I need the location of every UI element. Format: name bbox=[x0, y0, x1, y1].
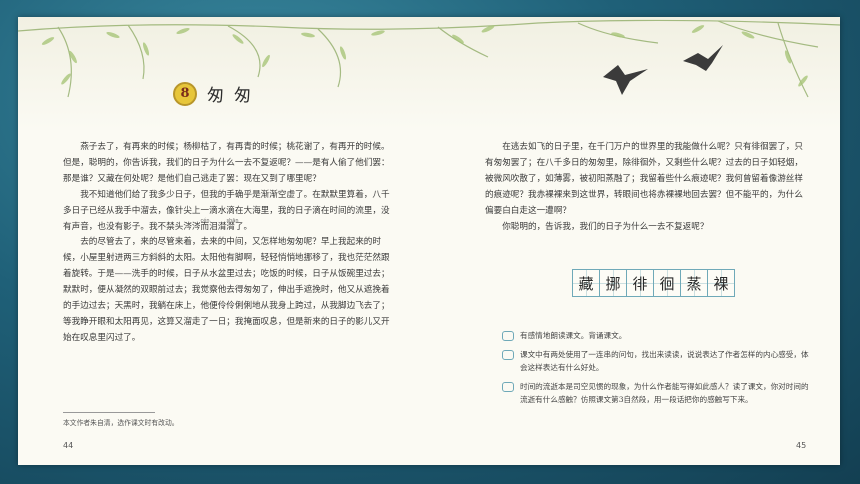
paragraph-5: 你聪明的，告诉我，我们的日子为什么一去不复返呢？ bbox=[502, 221, 709, 232]
vocab-char-text: 藏 bbox=[578, 274, 594, 293]
footnote: 本文作者朱自清，选作课文时有改动。 bbox=[63, 419, 179, 427]
paragraph-4: 在逃去如飞的日子里，在千门万户的世界里的我能做什么呢？只有徘徊罢了，只有匆匆罢了… bbox=[485, 142, 803, 216]
lesson-title: 匆匆 bbox=[207, 86, 261, 106]
vocab-char: 藏 bbox=[572, 269, 600, 297]
footnote-divider bbox=[63, 412, 155, 413]
vocab-char-text: 挪 bbox=[605, 274, 621, 293]
vocab-char: 徊 bbox=[653, 269, 681, 297]
page-number-left: 44 bbox=[63, 441, 74, 450]
exercise-item: 课文中有两处使用了一连串的问句，找出来读读，说说表达了作者怎样的内心感受，体会这… bbox=[502, 348, 812, 375]
left-page-text: 燕子去了，有再来的时候；杨柳枯了，有再青的时候；桃花谢了，有再开的时候。但是，聪… bbox=[63, 140, 393, 347]
right-page-text: 在逃去如飞的日子里，在千门万户的世界里的我能做什么呢？只有徘徊罢了，只有匆匆罢了… bbox=[485, 140, 805, 235]
exercise-text: 时间的流逝本是司空见惯的现象，为什么作者能写得如此感人？读了课文，你对时间的流逝… bbox=[520, 381, 809, 405]
vocab-char-text: 蒸 bbox=[686, 274, 702, 293]
pinyin-shan: shān bbox=[226, 217, 239, 224]
exercise-list: 有感情地朗读课文。背诵课文。 课文中有两处使用了一连串的问句，找出来读读，说说表… bbox=[502, 329, 812, 412]
lesson-header: 8 匆匆 bbox=[173, 81, 261, 106]
vocab-char: 蒸 bbox=[680, 269, 708, 297]
exercise-item: 有感情地朗读课文。背诵课文。 bbox=[502, 329, 812, 343]
willow-banner: 8 匆匆 bbox=[18, 17, 840, 129]
textbook-spread: 8 匆匆 燕子去了，有再来的时候；杨柳枯了，有再青的时候；桃花谢了，有再开的时候… bbox=[18, 17, 840, 465]
vocab-char: 挪 bbox=[599, 269, 627, 297]
exercise-bubble-icon bbox=[502, 349, 514, 360]
vocab-char: 徘 bbox=[626, 269, 654, 297]
vocab-char-text: 徊 bbox=[659, 274, 675, 293]
vocab-char: 裸 bbox=[707, 269, 735, 297]
paragraph-3: 去的尽管去了，来的尽管来着，去来的中间，又怎样地匆匆呢？早上我起来的时候，小屋里… bbox=[63, 237, 390, 343]
exercise-item: 时间的流逝本是司空见惯的现象，为什么作者能写得如此感人？读了课文，你对时间的流逝… bbox=[502, 380, 812, 407]
paragraph-1: 燕子去了，有再来的时候；杨柳枯了，有再青的时候；桃花谢了，有再开的时候。但是，聪… bbox=[63, 142, 390, 184]
exercise-text: 课文中有两处使用了一连串的问句，找出来读读，说说表达了作者怎样的内心感受，体会这… bbox=[520, 349, 809, 373]
vocab-char-text: 徘 bbox=[632, 274, 648, 293]
exercise-bubble-icon bbox=[502, 381, 514, 392]
vocabulary-grid: 藏 挪 徘 徊 蒸 裸 bbox=[572, 269, 735, 297]
paragraph-2: 我不知道他们给了我多少日子，但我的手确乎是渐渐空虚了。在默默里算着，八千多日子已… bbox=[63, 188, 393, 236]
vocab-char-text: 裸 bbox=[713, 274, 729, 293]
page-number-right: 45 bbox=[796, 441, 807, 450]
lesson-number-badge: 8 bbox=[173, 81, 197, 106]
pinyin-cen: cén bbox=[200, 217, 210, 224]
exercise-bubble-icon bbox=[502, 331, 514, 341]
willow-swallow-illustration bbox=[18, 19, 840, 98]
exercise-text: 有感情地朗读课文。背诵课文。 bbox=[520, 331, 627, 340]
